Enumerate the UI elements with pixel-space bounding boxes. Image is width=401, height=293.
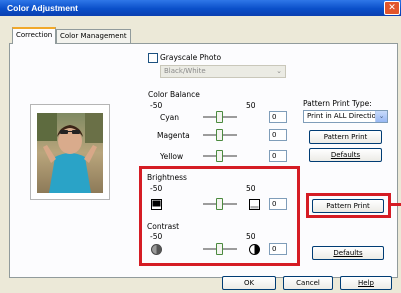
magenta-slider[interactable] (203, 129, 237, 141)
contrast-value[interactable]: 0 (269, 243, 287, 255)
grayscale-checkbox[interactable] (148, 53, 158, 63)
pattern-print-button-top[interactable]: Pattern Print (309, 130, 382, 144)
defaults-button-bottom[interactable]: Defaults (312, 246, 384, 260)
contrast-high-icon (249, 244, 260, 255)
slider-thumb[interactable] (216, 111, 223, 123)
mode-select: Black/White ⌄ (160, 65, 286, 78)
close-icon[interactable]: ✕ (384, 1, 400, 15)
yellow-label: Yellow (160, 152, 184, 161)
color-balance-label: Color Balance (148, 90, 200, 99)
defaults-button-top-label: Defaults (330, 151, 361, 159)
callout-line (391, 203, 401, 206)
pattern-print-button-bottom[interactable]: Pattern Print (312, 199, 384, 213)
brightness-high-icon (249, 199, 260, 210)
yellow-value[interactable]: 0 (269, 150, 287, 162)
chevron-down-icon[interactable]: ⌄ (375, 111, 387, 122)
color-balance-max: 50 (246, 101, 256, 110)
contrast-slider[interactable] (203, 243, 237, 255)
brightness-slider[interactable] (203, 198, 237, 210)
window-title: Color Adjustment (7, 3, 78, 13)
brightness-min: -50 (150, 184, 163, 193)
help-button[interactable]: Help (340, 276, 392, 290)
tab-color-management[interactable]: Color Management (56, 29, 131, 43)
pattern-print-type-label: Pattern Print Type: (303, 99, 372, 108)
slider-thumb[interactable] (216, 129, 223, 141)
defaults-button-top[interactable]: Defaults (309, 148, 382, 162)
contrast-low-icon (151, 244, 162, 255)
brightness-label: Brightness (147, 173, 187, 182)
contrast-min: -50 (150, 232, 163, 241)
brightness-value[interactable]: 0 (269, 198, 287, 210)
magenta-label: Magenta (157, 131, 190, 140)
cyan-value[interactable]: 0 (269, 111, 287, 123)
brightness-max: 50 (246, 184, 256, 193)
ok-button[interactable]: OK (222, 276, 276, 290)
slider-thumb[interactable] (216, 243, 223, 255)
brightness-low-icon (151, 199, 162, 210)
defaults-button-bottom-label: Defaults (333, 249, 363, 257)
grayscale-label: Grayscale Photo (160, 53, 222, 62)
cancel-button[interactable]: Cancel (283, 276, 333, 290)
help-button-label: Help (358, 279, 374, 287)
cyan-slider[interactable] (203, 111, 237, 123)
contrast-label: Contrast (147, 222, 180, 231)
chevron-down-icon: ⌄ (276, 67, 282, 75)
tab-correction[interactable]: Correction (12, 27, 57, 44)
contrast-max: 50 (246, 232, 256, 241)
mode-select-value: Black/White (164, 67, 206, 75)
yellow-slider[interactable] (203, 150, 237, 162)
slider-thumb[interactable] (216, 150, 223, 162)
slider-thumb[interactable] (216, 198, 223, 210)
preview-image (37, 113, 103, 193)
color-balance-min: -50 (150, 101, 163, 110)
pattern-print-type-select[interactable]: Print in ALL Directio... ⌄ (303, 110, 388, 123)
cyan-label: Cyan (160, 113, 180, 122)
magenta-value[interactable]: 0 (269, 129, 287, 141)
pattern-print-type-value: Print in ALL Directio... (307, 112, 383, 120)
